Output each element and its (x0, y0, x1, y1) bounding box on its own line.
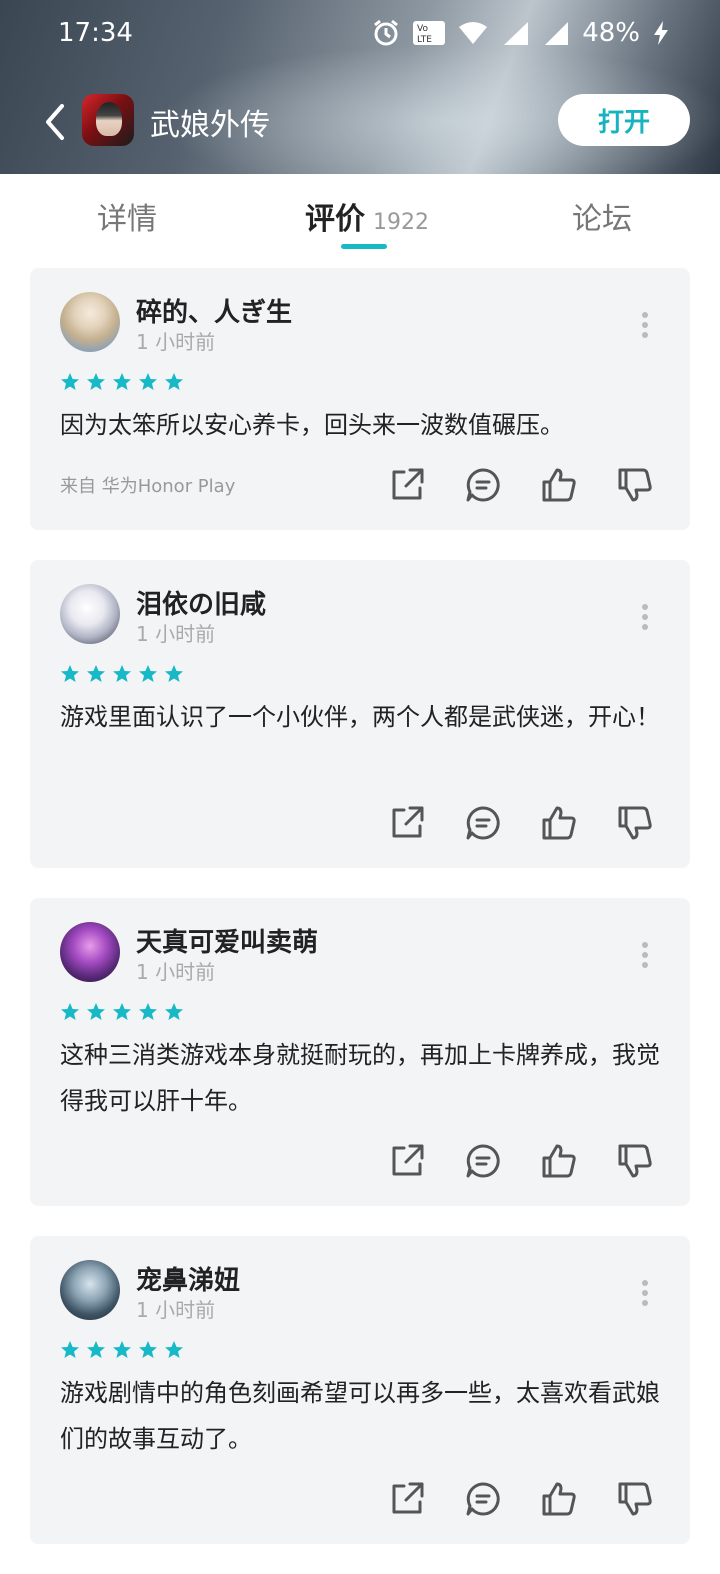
avatar[interactable] (60, 584, 120, 644)
back-button[interactable] (40, 102, 72, 142)
avatar[interactable] (60, 292, 120, 352)
star-icon (87, 665, 105, 682)
star-icon (61, 665, 79, 682)
star-icon (113, 1003, 131, 1020)
share-icon[interactable] (388, 466, 426, 504)
review-card: 泪依の旧咸 1 小时前 游戏里面认识了一个小伙伴，两个人都是武侠迷，开心！ (30, 560, 690, 868)
review-list: 碎的、人ぎ生 1 小时前 因为太笨所以安心养卡，回头来一波数值碾压。 来自 华为… (0, 260, 720, 1574)
reviewer-name[interactable]: 天真可爱叫卖萌 (136, 922, 318, 959)
star-icon (61, 373, 79, 390)
wifi-icon (458, 21, 488, 45)
status-bar: 17:34 Vo LTE 48% (0, 0, 720, 70)
app-title: 武娘外传 (150, 108, 270, 143)
review-time: 1 小时前 (136, 330, 216, 354)
star-icon (87, 1003, 105, 1020)
star-icon (113, 665, 131, 682)
star-icon (139, 373, 157, 390)
thumbs-down-icon[interactable] (616, 466, 654, 504)
review-actions (388, 466, 654, 504)
review-source: 来自 华为Honor Play (60, 476, 236, 497)
more-options-icon[interactable] (642, 942, 650, 968)
avatar[interactable] (60, 922, 120, 982)
tab-label: 详情 (97, 202, 157, 237)
star-rating (60, 1340, 184, 1360)
review-time: 1 小时前 (136, 1298, 216, 1322)
star-icon (113, 373, 131, 390)
star-icon (87, 373, 105, 390)
review-card: 宠鼻涕妞 1 小时前 游戏剧情中的角色刻画希望可以再多一些，太喜欢看武娘们的故事… (30, 1236, 690, 1544)
comment-icon[interactable] (464, 804, 502, 842)
comment-icon[interactable] (464, 466, 502, 504)
review-text: 因为太笨所以安心养卡，回头来一波数值碾压。 (60, 411, 564, 439)
star-rating (60, 372, 184, 392)
thumbs-down-icon[interactable] (616, 804, 654, 842)
star-icon (61, 1003, 79, 1020)
review-count: 1922 (373, 210, 429, 235)
comment-icon[interactable] (464, 1142, 502, 1180)
app-icon (82, 94, 134, 146)
tab-details[interactable]: 详情 (97, 194, 157, 238)
tab-forum[interactable]: 论坛 (572, 194, 632, 238)
review-time: 1 小时前 (136, 960, 216, 984)
review-actions (388, 804, 654, 842)
battery-percent: 48% (582, 18, 640, 48)
star-icon (165, 1341, 183, 1358)
more-options-icon[interactable] (642, 312, 650, 338)
g-signal-icon (542, 20, 570, 46)
share-icon[interactable] (388, 804, 426, 842)
star-icon (61, 1341, 79, 1358)
star-icon (165, 1003, 183, 1020)
reviewer-name[interactable]: 碎的、人ぎ生 (136, 292, 292, 329)
tab-bar: 详情 评价 1922 论坛 (0, 174, 720, 260)
thumbs-down-icon[interactable] (616, 1142, 654, 1180)
review-card: 天真可爱叫卖萌 1 小时前 这种三消类游戏本身就挺耐玩的，再加上卡牌养成，我觉得… (30, 898, 690, 1206)
star-icon (113, 1341, 131, 1358)
review-text: 游戏剧情中的角色刻画希望可以再多一些，太喜欢看武娘们的故事互动了。 (60, 1379, 660, 1453)
star-icon (87, 1341, 105, 1358)
tab-label: 评价 (305, 202, 365, 237)
alarm-icon (372, 19, 400, 47)
thumbs-up-icon[interactable] (540, 1480, 578, 1518)
app-header: 17:34 Vo LTE 48% 武娘外传 打开 (0, 0, 720, 174)
star-icon (165, 373, 183, 390)
star-rating (60, 1002, 184, 1022)
tab-reviews[interactable]: 评价 1922 (305, 194, 429, 238)
star-rating (60, 664, 184, 684)
open-button[interactable]: 打开 (558, 94, 690, 146)
svg-text:LTE: LTE (417, 35, 432, 45)
more-options-icon[interactable] (642, 604, 650, 630)
reviewer-name[interactable]: 泪依の旧咸 (136, 584, 266, 621)
active-tab-indicator (341, 244, 387, 249)
comment-icon[interactable] (464, 1480, 502, 1518)
charging-icon (652, 20, 670, 46)
review-actions (388, 1480, 654, 1518)
status-time: 17:34 (58, 18, 133, 48)
share-icon[interactable] (388, 1142, 426, 1180)
star-icon (139, 1341, 157, 1358)
review-text: 这种三消类游戏本身就挺耐玩的，再加上卡牌养成，我觉得我可以肝十年。 (60, 1041, 660, 1115)
thumbs-down-icon[interactable] (616, 1480, 654, 1518)
review-card: 碎的、人ぎ生 1 小时前 因为太笨所以安心养卡，回头来一波数值碾压。 来自 华为… (30, 268, 690, 530)
star-icon (139, 1003, 157, 1020)
review-text: 游戏里面认识了一个小伙伴，两个人都是武侠迷，开心！ (60, 703, 660, 731)
thumbs-up-icon[interactable] (540, 1142, 578, 1180)
avatar[interactable] (60, 1260, 120, 1320)
4g-signal-icon (500, 20, 530, 46)
review-actions (388, 1142, 654, 1180)
review-time: 1 小时前 (136, 622, 216, 646)
more-options-icon[interactable] (642, 1280, 650, 1306)
reviewer-name[interactable]: 宠鼻涕妞 (136, 1260, 240, 1297)
thumbs-up-icon[interactable] (540, 466, 578, 504)
volte-icon: Vo LTE (412, 20, 446, 46)
star-icon (139, 665, 157, 682)
share-icon[interactable] (388, 1480, 426, 1518)
tab-label: 论坛 (572, 202, 632, 237)
svg-text:Vo: Vo (417, 24, 428, 34)
star-icon (165, 665, 183, 682)
thumbs-up-icon[interactable] (540, 804, 578, 842)
